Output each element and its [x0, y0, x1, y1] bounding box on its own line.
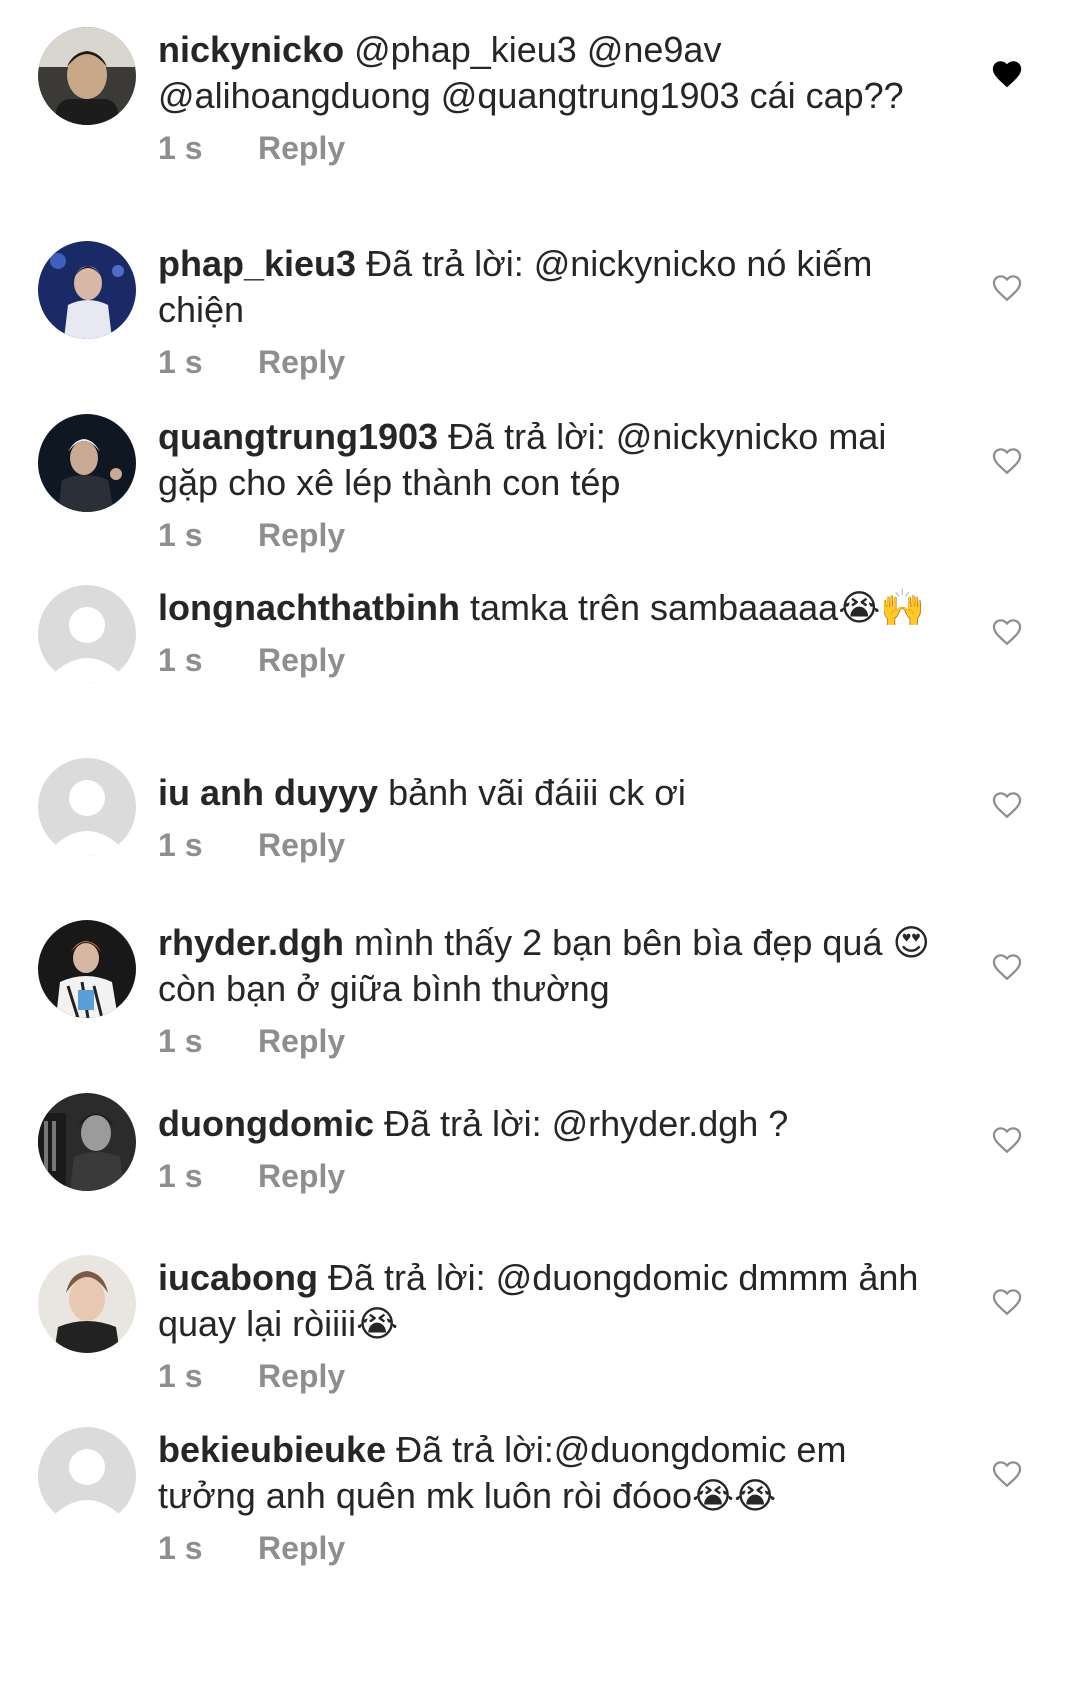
avatar[interactable]	[38, 1427, 136, 1525]
heart-outline-icon[interactable]	[990, 1285, 1024, 1319]
reply-button[interactable]: Reply	[258, 512, 345, 558]
heart-outline-icon[interactable]	[990, 788, 1024, 822]
comment-timestamp: 1 s	[158, 642, 203, 678]
reply-button[interactable]: Reply	[258, 125, 345, 171]
heart-outline-icon[interactable]	[990, 615, 1024, 649]
comment-timestamp: 1 s	[158, 1358, 203, 1394]
heart-filled-icon[interactable]	[990, 57, 1024, 91]
heart-outline-icon[interactable]	[990, 950, 1024, 984]
reply-button[interactable]: Reply	[258, 822, 345, 868]
avatar[interactable]	[38, 1093, 136, 1191]
avatar[interactable]	[38, 241, 136, 339]
comment-username[interactable]: quangtrung1903	[158, 416, 438, 457]
comment-username[interactable]: duongdomic	[158, 1103, 374, 1144]
comment-text: tamka trên sambaaaaa😭🙌	[469, 587, 926, 628]
comment-username[interactable]: iucabong	[158, 1257, 318, 1298]
reply-button[interactable]: Reply	[258, 339, 345, 385]
comment-text: bảnh vãi đáiii ck ơi	[388, 772, 686, 813]
heart-outline-icon[interactable]	[990, 1123, 1024, 1157]
comment-timestamp: 1 s	[158, 1158, 203, 1194]
comment-username[interactable]: nickynicko	[158, 29, 344, 70]
avatar[interactable]	[38, 414, 136, 512]
reply-button[interactable]: Reply	[258, 1525, 345, 1571]
reply-button[interactable]: Reply	[258, 1153, 345, 1199]
heart-outline-icon[interactable]	[990, 1457, 1024, 1491]
reply-button[interactable]: Reply	[258, 1353, 345, 1399]
avatar[interactable]	[38, 585, 136, 683]
comment-timestamp: 1 s	[158, 1530, 203, 1566]
comment-timestamp: 1 s	[158, 827, 203, 863]
comment-username[interactable]: rhyder.dgh	[158, 922, 344, 963]
heart-outline-icon[interactable]	[990, 444, 1024, 478]
avatar[interactable]	[38, 758, 136, 856]
comment-timestamp: 1 s	[158, 517, 203, 553]
comment-username[interactable]: phap_kieu3	[158, 243, 356, 284]
comment-username[interactable]: longnachthatbinh	[158, 587, 460, 628]
avatar[interactable]	[38, 920, 136, 1018]
comment-username[interactable]: iu anh duyyy	[158, 772, 378, 813]
avatar[interactable]	[38, 1255, 136, 1353]
avatar[interactable]	[38, 27, 136, 125]
comment-timestamp: 1 s	[158, 1023, 203, 1059]
reply-button[interactable]: Reply	[258, 1018, 345, 1064]
comment-timestamp: 1 s	[158, 130, 203, 166]
comment-username[interactable]: bekieubieuke	[158, 1429, 386, 1470]
comment-text: Đã trả lời: @rhyder.dgh ?	[383, 1103, 789, 1144]
heart-outline-icon[interactable]	[990, 271, 1024, 305]
comment-timestamp: 1 s	[158, 344, 203, 380]
reply-button[interactable]: Reply	[258, 637, 345, 683]
